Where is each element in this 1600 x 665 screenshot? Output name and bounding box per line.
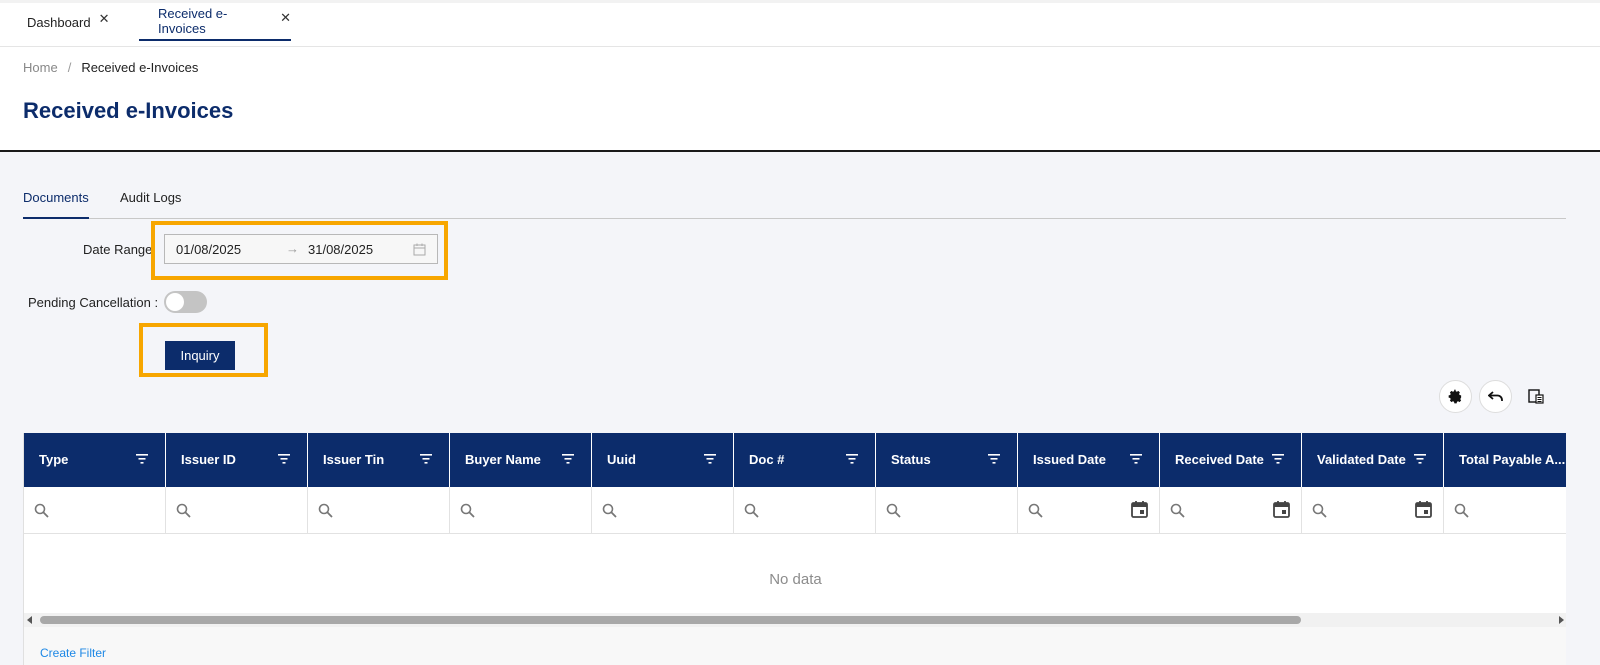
column-label: Uuid [607,452,636,467]
column-header-issuer-id[interactable]: Issuer ID [166,433,308,487]
undo-icon [1487,390,1503,401]
calendar-icon[interactable] [1130,500,1149,519]
search-icon [1312,503,1327,518]
column-header-issuer-tin[interactable]: Issuer Tin [308,433,450,487]
column-header-doc-number[interactable]: Doc # [734,433,876,487]
tab-received-e-invoices[interactable]: Received e-Invoices ✕ [139,3,291,41]
column-label: Buyer Name [465,452,541,467]
column-header-type[interactable]: Type [24,433,166,487]
content-tabs: Documents Audit Logs [23,180,1566,219]
column-label: Issued Date [1033,452,1106,467]
column-label: Total Payable A... [1459,452,1566,467]
filter-cell-doc-number[interactable] [734,487,876,533]
filter-icon[interactable] [846,454,858,464]
filter-cell-total-payable[interactable] [1444,487,1566,533]
grid-footer: Create Filter [24,627,1566,665]
gear-icon [1448,389,1462,404]
filter-cell-received-date[interactable] [1160,487,1302,533]
grid-filter-row [24,487,1566,534]
filter-icon[interactable] [278,454,290,464]
scroll-right-arrow-icon[interactable] [1559,616,1564,624]
grid-header-row: Type Issuer ID Issuer Tin Buyer Name Uui… [24,433,1566,487]
toggle-knob [166,293,184,311]
filter-cell-validated-date[interactable] [1302,487,1444,533]
breadcrumb-home[interactable]: Home [23,60,58,75]
tab-received-label: Received e-Invoices [158,6,228,36]
search-icon [744,503,759,518]
search-icon [1454,503,1469,518]
scrollbar-thumb[interactable] [40,616,1301,624]
calendar-icon[interactable] [1414,500,1433,519]
filter-cell-type[interactable] [24,487,166,533]
tab-documents[interactable]: Documents [23,190,89,219]
search-icon [1028,503,1043,518]
export-button[interactable] [1519,380,1552,413]
horizontal-scrollbar[interactable] [24,613,1566,627]
filter-cell-issuer-tin[interactable] [308,487,450,533]
column-header-total-payable[interactable]: Total Payable A... [1444,433,1566,487]
column-header-issued-date[interactable]: Issued Date [1018,433,1160,487]
search-icon [602,503,617,518]
highlight-date-range [151,221,448,280]
filter-icon[interactable] [988,454,1000,464]
column-label: Status [891,452,931,467]
filter-icon[interactable] [420,454,432,464]
filter-cell-buyer-name[interactable] [450,487,592,533]
page-header: Home / Received e-Invoices Received e-Invo… [0,47,1600,152]
filter-cell-status[interactable] [876,487,1018,533]
column-header-uuid[interactable]: Uuid [592,433,734,487]
tab-dashboard-label: Dashboard [27,14,91,30]
breadcrumb-current: Received e-Invoices [81,60,199,75]
breadcrumb: Home / Received e-Invoices [23,60,198,75]
column-header-received-date[interactable]: Received Date [1160,433,1302,487]
close-icon[interactable]: ✕ [280,10,291,26]
filter-cell-issuer-id[interactable] [166,487,308,533]
search-icon [34,503,49,518]
close-icon[interactable]: ✕ [99,11,110,27]
reset-button[interactable] [1479,380,1512,413]
settings-button[interactable] [1439,380,1472,413]
filter-icon[interactable] [562,454,574,464]
column-label: Type [39,452,69,467]
page-title: Received e-Invoices [23,98,234,123]
search-icon [318,503,333,518]
calendar-icon[interactable] [1272,500,1291,519]
tab-bar: Dashboard ✕ Received e-Invoices ✕ [0,0,1600,47]
filter-icon[interactable] [1130,454,1142,464]
filter-icon[interactable] [1272,454,1284,464]
create-filter-link[interactable]: Create Filter [40,646,106,660]
data-grid: Type Issuer ID Issuer Tin Buyer Name Uui… [23,433,1566,665]
search-icon [460,503,475,518]
filter-cell-issued-date[interactable] [1018,487,1160,533]
date-range-label: Date Range [83,242,153,257]
pending-cancellation-toggle[interactable] [164,291,207,313]
empty-state-text: No data [769,571,822,588]
tab-audit-logs[interactable]: Audit Logs [120,190,181,217]
column-header-validated-date[interactable]: Validated Date [1302,433,1444,487]
column-header-status[interactable]: Status [876,433,1018,487]
column-label: Issuer Tin [323,452,385,467]
filter-icon[interactable] [136,454,148,464]
column-label: Received Date [1175,452,1264,467]
column-label: Validated Date [1317,452,1406,467]
export-icon [1527,389,1544,404]
tab-dashboard[interactable]: Dashboard ✕ [27,3,110,41]
column-header-buyer-name[interactable]: Buyer Name [450,433,592,487]
breadcrumb-separator: / [67,60,72,75]
scroll-left-arrow-icon[interactable] [27,616,32,624]
filter-icon[interactable] [704,454,716,464]
column-label: Issuer ID [181,452,236,467]
column-label: Doc # [749,452,785,467]
search-icon [886,503,901,518]
filter-icon[interactable] [1414,454,1426,464]
search-icon [176,503,191,518]
highlight-inquiry [139,323,268,377]
pending-cancellation-label: Pending Cancellation : [28,295,159,310]
filter-cell-uuid[interactable] [592,487,734,533]
search-icon [1170,503,1185,518]
